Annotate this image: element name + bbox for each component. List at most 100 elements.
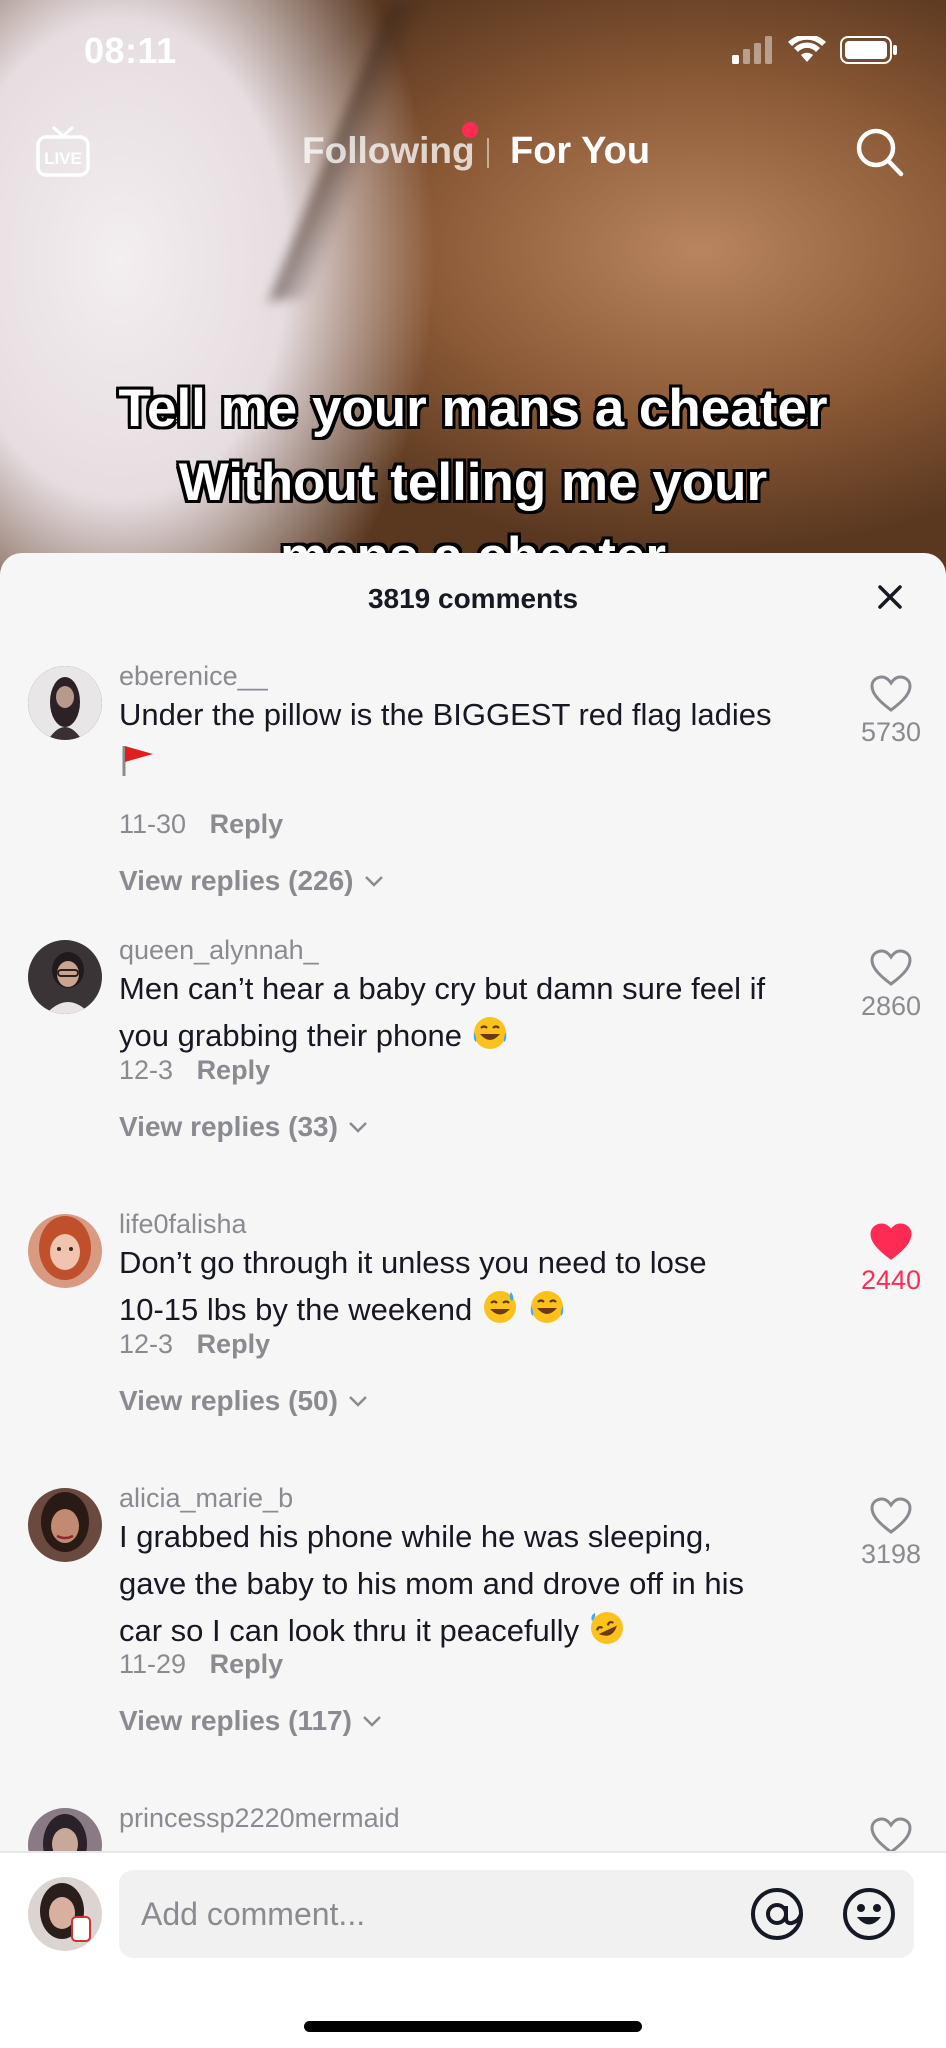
comment-field[interactable]: [119, 1870, 914, 1958]
tears-of-joy-emoji-icon: [473, 1017, 506, 1049]
comment-username[interactable]: princessp2220mermaid: [119, 1803, 400, 1834]
caption-line-2: Without telling me your: [178, 453, 768, 512]
reply-button[interactable]: Reply: [197, 1329, 271, 1359]
heart-outline-icon: [870, 675, 912, 712]
like-button[interactable]: 2440: [846, 1223, 936, 1296]
comment-input[interactable]: [141, 1870, 741, 1958]
tears-of-joy-emoji-icon: [530, 1291, 563, 1323]
live-label: LIVE: [44, 149, 82, 168]
comment-username[interactable]: eberenice__: [119, 661, 268, 692]
status-icons: [732, 36, 898, 64]
search-button[interactable]: [854, 126, 906, 180]
comment-text: I grabbed his phone while he was sleepin…: [119, 1513, 839, 1654]
reply-button[interactable]: Reply: [197, 1055, 271, 1085]
like-count: 5730: [860, 717, 922, 747]
comment-text-content: Under the pillow is the BIGGEST red flag…: [119, 697, 772, 732]
heart-filled-icon: [870, 1223, 912, 1260]
heart-outline-icon: [870, 1817, 912, 1854]
comment-meta: 11-29 Reply: [119, 1649, 283, 1680]
comments-count: 3819 comments: [367, 583, 579, 614]
tab-following[interactable]: Following: [302, 130, 475, 172]
view-replies-button[interactable]: View replies (33): [119, 1111, 370, 1143]
like-button[interactable]: 3198: [846, 1497, 936, 1570]
smiley-icon: [843, 1888, 895, 1940]
search-icon: [856, 128, 904, 177]
tab-for-you[interactable]: For You: [510, 130, 650, 173]
wifi-icon: [788, 36, 826, 62]
top-navigation: LIVE Following For You: [0, 118, 946, 188]
comment-meta: 12-3 Reply: [119, 1055, 270, 1086]
chevron-down-icon: [363, 1716, 381, 1727]
my-avatar[interactable]: [28, 1877, 102, 1951]
comment-meta: 12-3 Reply: [119, 1329, 270, 1360]
view-replies-button[interactable]: View replies (117): [119, 1705, 384, 1737]
at-sign-icon: [751, 1888, 803, 1940]
comments-sheet: 3819 comments eberenice__ Under the pill…: [0, 553, 946, 2048]
view-replies-button[interactable]: View replies (226): [119, 865, 386, 897]
comment-username[interactable]: life0falisha: [119, 1209, 247, 1240]
caption-line-1: Tell me your mans a cheater: [118, 379, 828, 438]
red-flag-emoji-icon: [122, 746, 153, 776]
avatar[interactable]: [28, 666, 102, 740]
mention-button[interactable]: [749, 1886, 805, 1942]
reply-button[interactable]: Reply: [210, 809, 284, 839]
comment-text-line-2: you grabbing their phone: [119, 1018, 462, 1053]
comment-date: 12-3: [119, 1329, 174, 1359]
comment-text-line-3: car so I can look thru it peacefully: [119, 1613, 580, 1648]
comment-input-bar: [0, 1853, 946, 2048]
signal-icon: [732, 36, 772, 64]
like-count: 3198: [860, 1539, 922, 1569]
comment-text: Under the pillow is the BIGGEST red flag…: [119, 691, 839, 785]
comment-date: 11-29: [119, 1649, 187, 1679]
comment-text-line-2: 10-15 lbs by the weekend: [119, 1292, 473, 1327]
close-button[interactable]: [872, 579, 908, 615]
comment-text: Don’t go through it unless you need to l…: [119, 1239, 839, 1333]
status-time: 08:11: [84, 30, 177, 71]
avatar-image: [28, 1488, 102, 1562]
comment-username[interactable]: queen_alynnah_: [119, 935, 319, 966]
live-tv-icon: LIVE: [36, 126, 90, 177]
avatar-image: [28, 1214, 102, 1288]
view-replies-label: View replies (117): [119, 1705, 352, 1736]
comments-header: 3819 comments: [0, 553, 946, 643]
like-count: 2440: [860, 1265, 922, 1295]
avatar-image: [28, 666, 102, 740]
status-bar: 08:11: [0, 0, 946, 100]
rolling-laughing-emoji-icon: [590, 1612, 623, 1644]
chevron-down-icon: [364, 876, 383, 887]
tab-divider: [487, 138, 489, 168]
like-button[interactable]: 2860: [846, 949, 936, 1022]
battery-icon: [840, 36, 897, 64]
comment-text-line-1: I grabbed his phone while he was sleepin…: [119, 1519, 712, 1554]
avatar[interactable]: [28, 1214, 102, 1288]
avatar-image: [28, 940, 102, 1014]
sweat-smile-emoji-icon: [483, 1291, 516, 1323]
like-button[interactable]: [846, 1817, 936, 1855]
emoji-button[interactable]: [841, 1886, 897, 1942]
comment-username[interactable]: alicia_marie_b: [119, 1483, 293, 1514]
chevron-down-icon: [349, 1122, 367, 1133]
comment-text-line-1: Men can’t hear a baby cry but damn sure …: [119, 971, 766, 1006]
avatar[interactable]: [28, 1488, 102, 1562]
view-replies-label: View replies (226): [119, 865, 354, 896]
comment-date: 11-30: [119, 809, 187, 839]
home-indicator: [304, 2021, 642, 2032]
avatar[interactable]: [28, 940, 102, 1014]
comment-text-line-2: gave the baby to his mom and drove off i…: [119, 1566, 744, 1601]
notification-dot: [462, 122, 478, 138]
reply-button[interactable]: Reply: [210, 1649, 284, 1679]
view-replies-label: View replies (33): [119, 1111, 338, 1142]
chevron-down-icon: [349, 1396, 367, 1407]
view-replies-button[interactable]: View replies (50): [119, 1385, 370, 1417]
like-count: 2860: [860, 991, 922, 1021]
comment-meta: 11-30 Reply: [119, 809, 283, 840]
comment-text: Men can’t hear a baby cry but damn sure …: [119, 965, 839, 1059]
my-avatar-image: [28, 1877, 102, 1951]
view-replies-label: View replies (50): [119, 1385, 338, 1416]
heart-outline-icon: [870, 949, 912, 986]
close-icon: [878, 585, 902, 609]
live-button[interactable]: LIVE: [34, 124, 92, 180]
like-button[interactable]: 5730: [846, 675, 936, 748]
comment-date: 12-3: [119, 1055, 174, 1085]
heart-outline-icon: [870, 1497, 912, 1534]
